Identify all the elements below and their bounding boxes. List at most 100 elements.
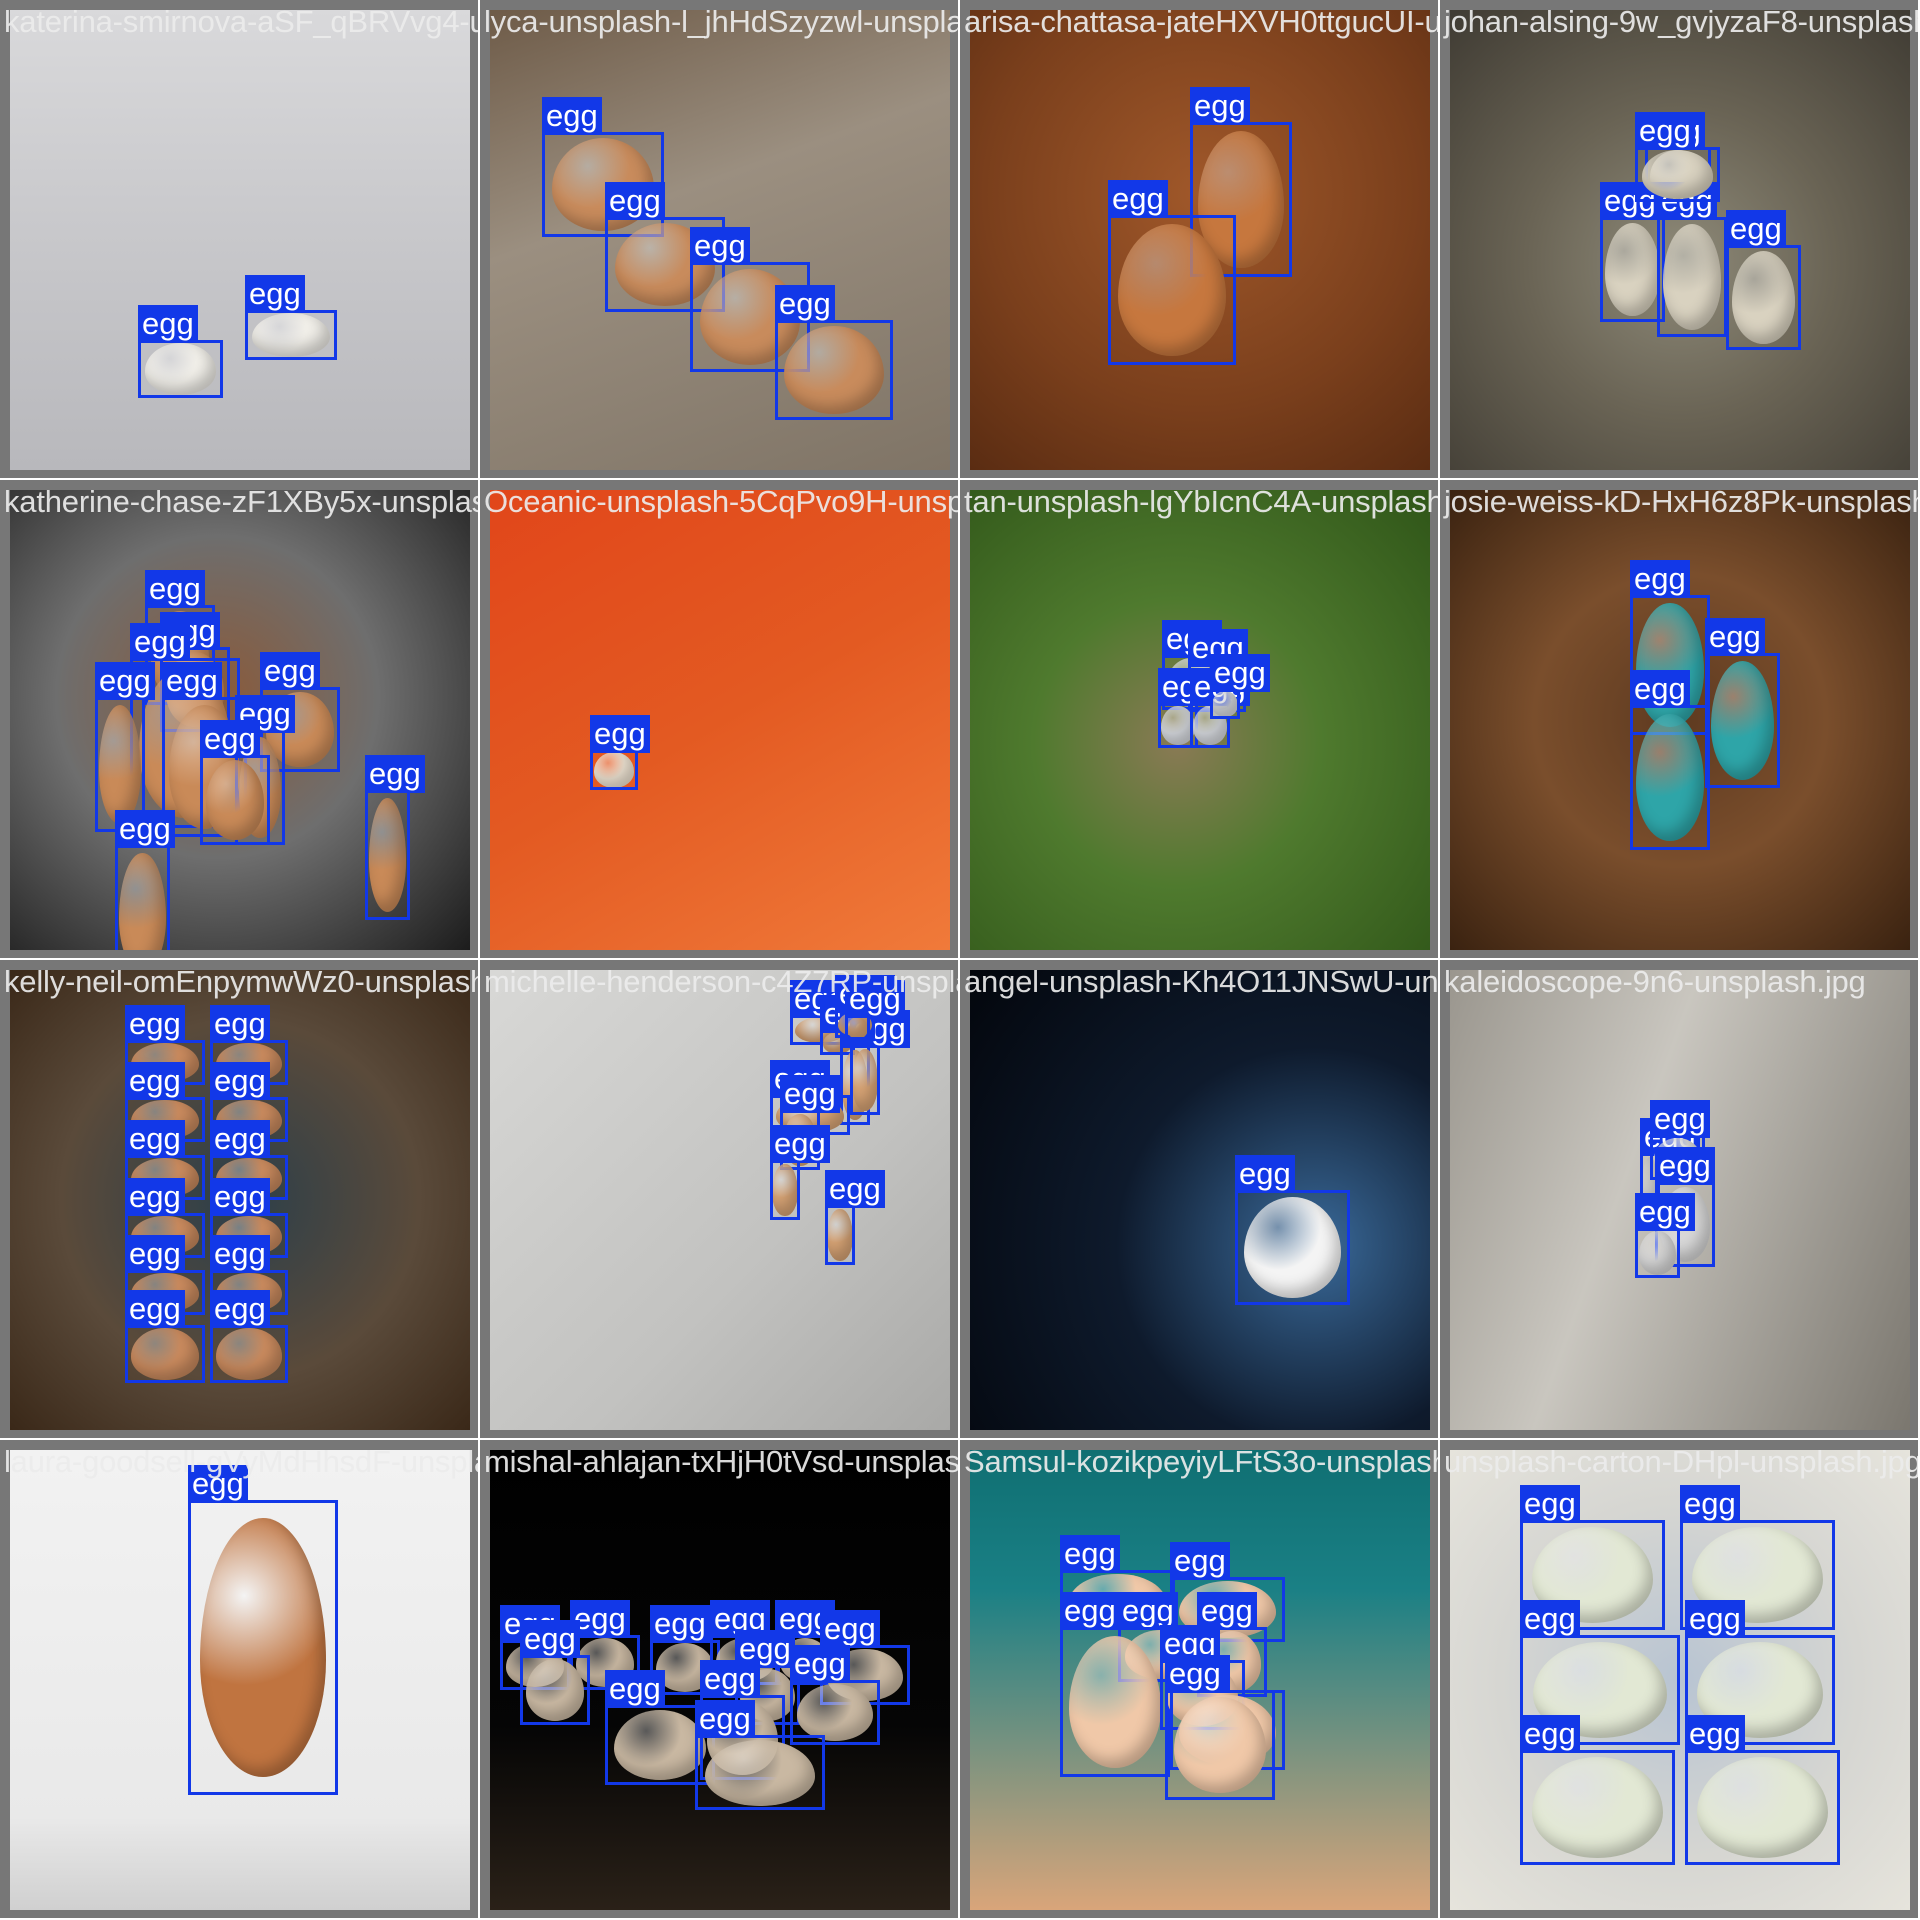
- detection-box: egg: [520, 1620, 590, 1725]
- egg-photo: egg: [490, 490, 950, 950]
- detection-label: egg: [1655, 1147, 1715, 1185]
- detection-label: egg: [1108, 180, 1168, 218]
- detection-label: egg: [1190, 87, 1250, 125]
- tile-filename: josie-weiss-kD-HxH6z8Pk-unsplash.jpg: [1444, 484, 1918, 519]
- detection-label: egg: [825, 1170, 885, 1208]
- detection-box: egg: [1235, 1155, 1350, 1305]
- tile-filename: Samsul-kozikpeyiyLFtS3o-unsplash.jpg: [964, 1444, 1438, 1479]
- detection-label: egg: [95, 662, 155, 700]
- tile-filename: mishal-ahlajan-txHjH0tVsd-unsplash.jpg: [484, 1444, 960, 1479]
- tile-filename: johan-alsing-9w_gvjyzaF8-unsplash.jpg: [1444, 4, 1918, 39]
- detection-label: egg: [145, 570, 205, 608]
- detection-label: egg: [1635, 1193, 1695, 1231]
- detection-box: egg: [245, 275, 337, 360]
- detection-label: egg: [1630, 670, 1690, 708]
- detection-label: egg: [650, 1605, 710, 1643]
- detection-label: egg: [1630, 560, 1690, 598]
- detection-box: egg: [695, 1700, 825, 1810]
- detection-box: egg: [1600, 182, 1665, 322]
- detection-label: egg: [162, 662, 222, 700]
- image-tile: egg egg katerina-smirnova-aSF_qBRVvg4-unsp…: [0, 0, 480, 480]
- detection-box: egg: [1520, 1715, 1675, 1865]
- detection-label: egg: [130, 623, 190, 661]
- detection-box: egg: [1630, 670, 1710, 850]
- detection-box: egg: [1210, 654, 1270, 719]
- detection-box: egg: [365, 755, 425, 920]
- tile-filename: lyca-unsplash-l_jhHdSzyzwl-unsplash.jpg: [484, 4, 958, 39]
- detection-label: egg: [200, 720, 260, 758]
- tile-filename: katerina-smirnova-aSF_qBRVvg4-unsplash.j…: [4, 4, 480, 39]
- detection-label: egg: [125, 1120, 185, 1158]
- detection-label: egg: [1170, 1542, 1230, 1580]
- egg-photo: eggeggeggeggeggeggeggeggeggeggeggegg: [10, 970, 470, 1430]
- detection-label: egg: [520, 1620, 580, 1658]
- image-tile: eggeggeggeggeggjohan-alsing-9w_gvjyzaF8-…: [1440, 0, 1920, 480]
- egg-photo: eggeggeggeggeggeggeggeggeggegg: [490, 970, 950, 1430]
- detection-label: egg: [115, 810, 175, 848]
- tile-filename: arisa-chattasa-jateHXVH0ttgucUI-unsplash…: [964, 4, 1440, 39]
- detection-label: egg: [770, 1125, 830, 1163]
- tile-filename: angel-unsplash-Kh4O11JNSwU-unsplash.jpg: [964, 964, 1439, 999]
- detection-box: egg: [1165, 1655, 1275, 1800]
- detection-label: egg: [1520, 1715, 1580, 1753]
- detection-box: egg: [1635, 1193, 1695, 1278]
- detection-label: egg: [245, 275, 305, 313]
- image-tile: eggeggeggeggeggtan-unsplash-lgYbIcnC4A-u…: [960, 480, 1440, 960]
- detection-box: egg: [210, 1290, 288, 1383]
- detection-label: egg: [590, 715, 650, 753]
- egg-photo: egg egg egg egg egg egg: [1450, 1450, 1910, 1910]
- egg-photo: egg: [970, 970, 1430, 1430]
- detection-label: egg: [1635, 112, 1695, 150]
- detection-label: egg: [210, 1005, 270, 1043]
- detection-box: egg: [188, 1465, 338, 1795]
- image-tile: egg egg arisa-chattasa-jateHXVH0ttgucUI-un…: [960, 0, 1440, 480]
- tile-filename: katherine-chase-zF1XBy5x-unsplash.jpg: [4, 484, 480, 519]
- detection-box: egg: [200, 720, 270, 845]
- detection-label: egg: [690, 227, 750, 265]
- egg-photo: eggeggeggeggegg: [1450, 10, 1910, 470]
- tile-filename: unsplash-carton-DHpl-unsplash.jpg: [1444, 1444, 1920, 1479]
- tile-filename: laura-goodsell-gVyMdHhsdF-unsplash.jpg: [4, 1444, 478, 1479]
- detection-label: egg: [1680, 1485, 1740, 1523]
- egg-photo: eggeggeggegg: [1450, 970, 1910, 1430]
- detection-label: egg: [365, 755, 425, 793]
- image-tile: egg egg egg josie-weiss-kD-HxH6z8Pk-unsplas…: [1440, 480, 1920, 960]
- detection-box: egg: [1657, 182, 1727, 337]
- egg-photo: eggeggeggeggegg: [970, 490, 1430, 950]
- detection-box: egg: [1685, 1715, 1840, 1865]
- detection-label: egg: [1210, 654, 1270, 692]
- detection-label: egg: [1060, 1535, 1120, 1573]
- egg-photo: egg: [10, 1450, 470, 1910]
- image-tile: egg egg egg egg egg egg unsplash-carton-DHpl-u…: [1440, 1440, 1920, 1920]
- detection-box: egg: [825, 1170, 885, 1265]
- detection-label: egg: [1520, 1600, 1580, 1638]
- detection-label: egg: [210, 1120, 270, 1158]
- detection-label: egg: [1726, 210, 1786, 248]
- egg-photo: egg egg egg: [1450, 490, 1910, 950]
- detection-label: egg: [780, 1075, 840, 1113]
- image-tile: egg egg egg egg egg egg egg egg egg egg katherine-…: [0, 480, 480, 960]
- detection-box: egg: [845, 980, 905, 1040]
- detection-box: egg: [1108, 180, 1236, 365]
- image-tile: egg egg egg egg egg egg egg egg egg egg egg egg kell…: [0, 960, 480, 1440]
- image-tile: egglaura-goodsell-gVyMdHhsdF-unsplash.jp…: [0, 1440, 480, 1920]
- detection-label: egg: [1165, 1655, 1225, 1693]
- detection-label: egg: [210, 1235, 270, 1273]
- image-tile: egg angel-unsplash-Kh4O11JNSwU-unsplash.j…: [960, 960, 1440, 1440]
- tile-filename: kaleidoscope-9n6-unsplash.jpg: [1444, 964, 1866, 999]
- detection-label: egg: [1685, 1715, 1745, 1753]
- detection-label: egg: [210, 1290, 270, 1328]
- egg-photo: eggeggeggeggeggeggeggeggeggegg: [10, 490, 470, 950]
- tile-filename: kelly-neil-omEnpymwWz0-unsplash.jpg: [4, 964, 478, 999]
- tile-filename: michelle-henderson-c4Z7RP-unsplash.jpg: [484, 964, 958, 999]
- detection-label: egg: [138, 305, 198, 343]
- detection-box: egg: [115, 810, 175, 950]
- detection-label: egg: [1060, 1592, 1120, 1630]
- detection-box: egg: [1635, 112, 1720, 202]
- detection-label: egg: [125, 1290, 185, 1328]
- detection-label: egg: [210, 1178, 270, 1216]
- detection-label: egg: [605, 1670, 665, 1708]
- egg-photo: eggeggeggeggeggeggeggeggeggeggeggegg: [490, 1450, 950, 1910]
- detection-label: egg: [125, 1005, 185, 1043]
- detection-label: egg: [1705, 618, 1765, 656]
